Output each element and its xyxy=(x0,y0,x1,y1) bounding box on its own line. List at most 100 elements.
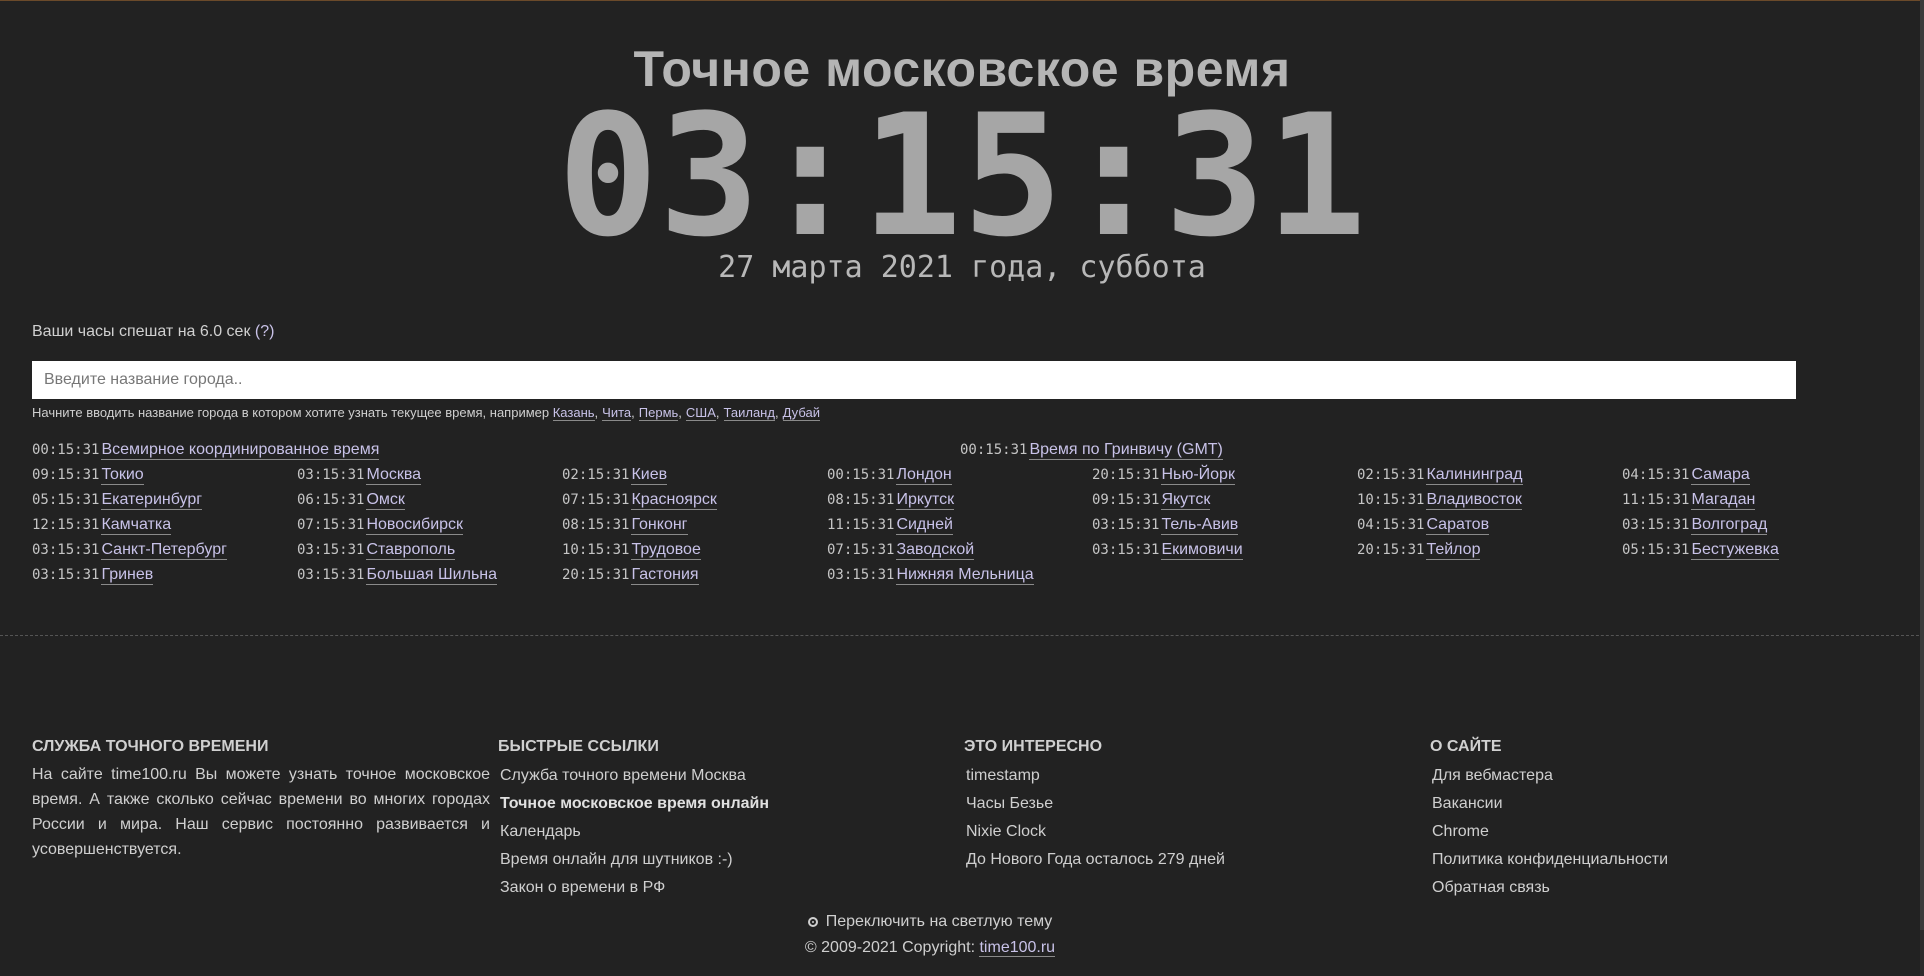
scrollbar-thumb[interactable] xyxy=(1920,0,1924,930)
city-link[interactable]: Волгоград xyxy=(1691,516,1768,535)
clock-drift-help-link[interactable]: (?) xyxy=(255,323,275,340)
city-time: 09:15:31 xyxy=(1092,492,1160,508)
city-link[interactable]: Саратов xyxy=(1426,516,1490,535)
city-time: 04:15:31 xyxy=(1622,467,1690,483)
example-link-chita[interactable]: Чита xyxy=(602,405,632,421)
city-link[interactable]: Киев xyxy=(631,466,668,485)
city-link[interactable]: Екимовичи xyxy=(1161,541,1243,560)
city-time: 08:15:31 xyxy=(827,492,895,508)
city-time: 07:15:31 xyxy=(562,492,630,508)
city-link[interactable]: Новосибирск xyxy=(366,516,464,535)
city-link[interactable]: Сидней xyxy=(896,516,953,535)
utc-time: 00:15:31 xyxy=(32,442,100,458)
city-link[interactable]: Гонконг xyxy=(631,516,688,535)
city-time: 10:15:31 xyxy=(562,542,630,558)
footer-link-chrome[interactable]: Chrome xyxy=(1430,818,1668,846)
city-link[interactable]: Магадан xyxy=(1691,491,1756,510)
city-link[interactable]: Гринев xyxy=(101,566,154,585)
scrollbar-track[interactable] xyxy=(1920,0,1924,976)
city-time: 12:15:31 xyxy=(32,517,100,533)
footer-link-privacy[interactable]: Политика конфиденциальности xyxy=(1430,846,1668,874)
footer-link-moscow-time-online[interactable]: Точное московское время онлайн xyxy=(498,790,769,818)
city-time: 02:15:31 xyxy=(1357,467,1425,483)
city-entry: 05:15:31 Бестужевка xyxy=(1622,541,1779,560)
footer-link-new-year-countdown[interactable]: До Нового Года осталось 279 дней xyxy=(964,846,1225,874)
city-link[interactable]: Иркутск xyxy=(896,491,955,510)
footer-link-feedback[interactable]: Обратная связь xyxy=(1430,874,1668,902)
example-link-kazan[interactable]: Казань xyxy=(552,405,595,421)
city-link[interactable]: Самара xyxy=(1691,466,1750,485)
city-link[interactable]: Санкт-Петербург xyxy=(101,541,227,560)
city-link[interactable]: Москва xyxy=(366,466,422,485)
example-link-perm[interactable]: Пермь xyxy=(638,405,679,421)
footer-link-nixie-clock[interactable]: Nixie Clock xyxy=(964,818,1225,846)
city-link[interactable]: Якутск xyxy=(1161,491,1211,510)
footer-link-webmaster[interactable]: Для вебмастера xyxy=(1430,762,1668,790)
city-link[interactable]: Екатеринбург xyxy=(101,491,203,510)
city-link[interactable]: Нижняя Мельница xyxy=(896,566,1034,585)
footer-link-vacancies[interactable]: Вакансии xyxy=(1430,790,1668,818)
city-link[interactable]: Тель-Авив xyxy=(1161,516,1239,535)
example-link-usa[interactable]: США xyxy=(685,405,716,421)
city-link[interactable]: Токио xyxy=(101,466,144,485)
city-entry: 10:15:31 Владивосток xyxy=(1357,491,1522,510)
city-entry: 07:15:31 Заводской xyxy=(827,541,975,560)
footer-link-joke-time[interactable]: Время онлайн для шутников :-) xyxy=(498,846,769,874)
utc-link[interactable]: Всемирное координированное время xyxy=(101,441,380,460)
city-entry: 02:15:31 Калининград xyxy=(1357,466,1523,485)
theme-toggle-label[interactable]: Переключить на светлую тему xyxy=(826,913,1053,930)
city-entry: 00:15:31 Лондон xyxy=(827,466,952,485)
city-link[interactable]: Красноярск xyxy=(631,491,717,510)
city-entry: 03:15:31 Ставрополь xyxy=(297,541,456,560)
city-entry: 02:15:31 Киев xyxy=(562,466,668,485)
footer-quick-heading: БЫСТРЫЕ ССЫЛКИ xyxy=(498,738,659,755)
city-search-input[interactable] xyxy=(32,361,1796,399)
city-link[interactable]: Калининград xyxy=(1426,466,1523,485)
footer-link-bezier-clock[interactable]: Часы Безье xyxy=(964,790,1225,818)
city-time: 10:15:31 xyxy=(1357,492,1425,508)
copyright-site-link[interactable]: time100.ru xyxy=(979,939,1056,957)
gmt-link[interactable]: Время по Гринвичу (GMT) xyxy=(1029,441,1223,460)
top-accent-line xyxy=(0,0,1924,1)
footer-link-calendar[interactable]: Календарь xyxy=(498,818,769,846)
city-time: 03:15:31 xyxy=(297,542,365,558)
theme-toggle[interactable]: Переключить на светлую тему xyxy=(0,913,1860,931)
city-entry: 07:15:31 Новосибирск xyxy=(297,516,464,535)
city-entry: 09:15:31 Якутск xyxy=(1092,491,1211,510)
city-time: 03:15:31 xyxy=(1092,517,1160,533)
city-link[interactable]: Камчатка xyxy=(101,516,172,535)
example-link-thailand[interactable]: Таиланд xyxy=(723,405,775,421)
city-link[interactable]: Бестужевка xyxy=(1691,541,1779,560)
theme-radio-icon[interactable] xyxy=(807,917,818,927)
city-time: 02:15:31 xyxy=(562,467,630,483)
city-link[interactable]: Лондон xyxy=(896,466,952,485)
footer-about-text: На сайте time100.ru Вы можете узнать точ… xyxy=(32,766,490,858)
gmt-entry: 00:15:31 Время по Гринвичу (GMT) xyxy=(960,441,1223,460)
city-link[interactable]: Владивосток xyxy=(1426,491,1522,510)
city-time: 06:15:31 xyxy=(297,492,365,508)
city-link[interactable]: Трудовое xyxy=(631,541,701,560)
city-time: 03:15:31 xyxy=(1622,517,1690,533)
city-link[interactable]: Заводской xyxy=(896,541,975,560)
city-time: 03:15:31 xyxy=(827,567,895,583)
city-link[interactable]: Ставрополь xyxy=(366,541,456,560)
city-link[interactable]: Тейлор xyxy=(1426,541,1481,560)
gmt-time: 00:15:31 xyxy=(960,442,1028,458)
city-entry: 12:15:31 Камчатка xyxy=(32,516,172,535)
example-link-dubai[interactable]: Дубай xyxy=(782,405,820,421)
footer-quick-links: БЫСТРЫЕ ССЫЛКИ Служба точного времени Мо… xyxy=(498,738,769,902)
city-time: 05:15:31 xyxy=(32,492,100,508)
city-link[interactable]: Омск xyxy=(366,491,405,510)
footer-divider xyxy=(0,635,1924,636)
footer-about: СЛУЖБА ТОЧНОГО ВРЕМЕНИ На сайте time100.… xyxy=(32,738,490,862)
city-link[interactable]: Большая Шильна xyxy=(366,566,498,585)
search-hint-text: Начните вводить название города в которо… xyxy=(32,405,550,420)
city-link[interactable]: Гастония xyxy=(631,566,699,585)
city-entry: 05:15:31 Екатеринбург xyxy=(32,491,203,510)
footer-link-timestamp[interactable]: timestamp xyxy=(964,762,1225,790)
footer-link-time-law[interactable]: Закон о времени в РФ xyxy=(498,874,769,902)
footer-interesting-heading: ЭТО ИНТЕРЕСНО xyxy=(964,738,1103,755)
footer-link-moscow-service[interactable]: Служба точного времени Москва xyxy=(498,762,769,790)
city-link[interactable]: Нью-Йорк xyxy=(1161,466,1235,485)
footer-site-heading: О САЙТЕ xyxy=(1430,738,1502,755)
